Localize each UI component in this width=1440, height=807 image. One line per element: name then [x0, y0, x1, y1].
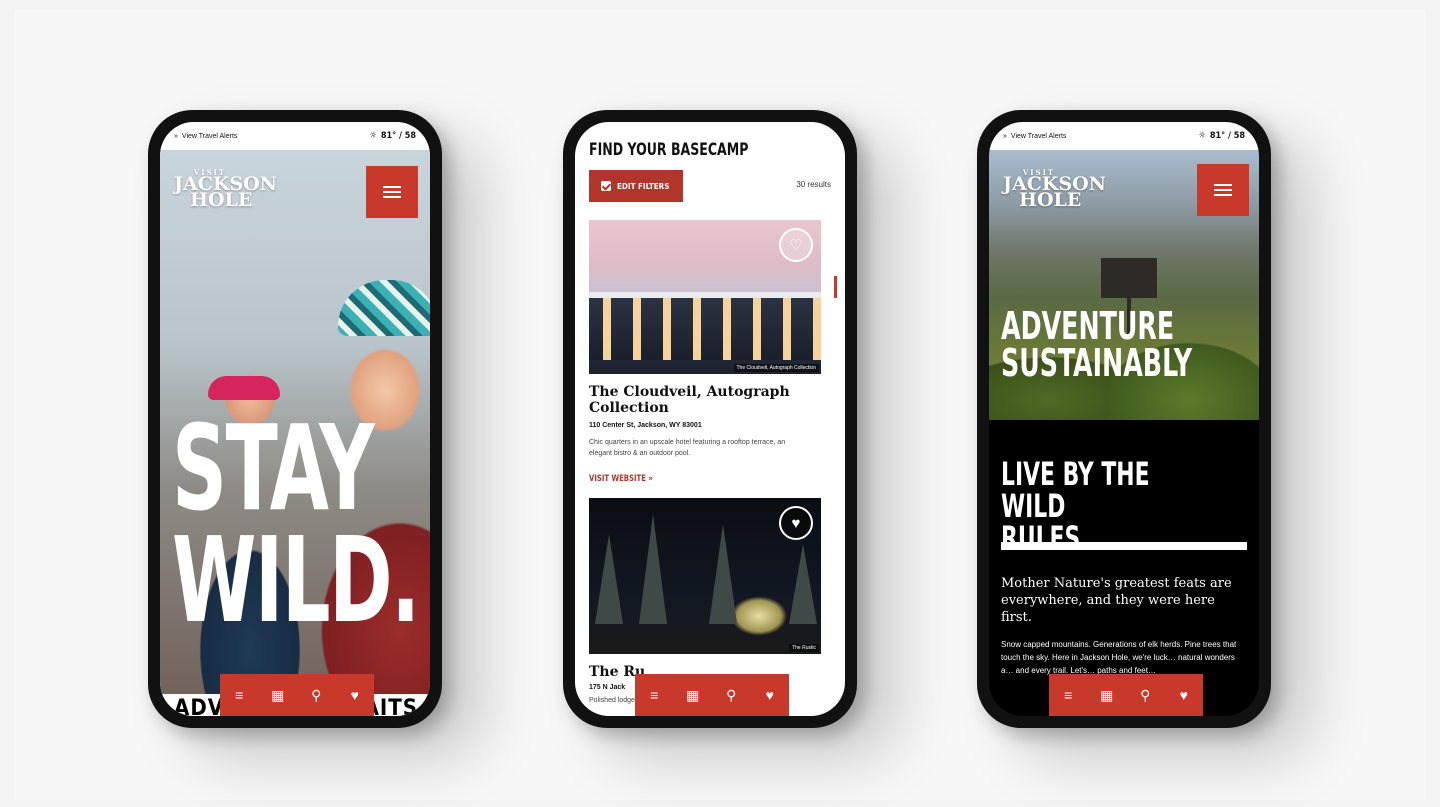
sun-icon: ☼ [369, 131, 377, 141]
calendar-icon[interactable]: ▦ [1097, 687, 1117, 704]
menu-icon[interactable]: ≡ [229, 687, 249, 703]
calendar-icon[interactable]: ▦ [268, 687, 288, 704]
listing-address: 110 Center St, Jackson, WY 83001 [589, 422, 702, 429]
hero-line2: SUSTAINABLY [1001, 341, 1193, 386]
menu-button[interactable] [366, 166, 418, 218]
menu-icon[interactable]: ≡ [1058, 687, 1078, 703]
checkbox-icon [601, 181, 611, 191]
listing-description: Chic quarters in an upscale hotel featur… [589, 439, 786, 457]
photo-credit: The Rustic [789, 644, 819, 652]
hamburger-icon [383, 186, 401, 198]
listing-image[interactable]: The Cloudveil, Autograph Collection ♡ [589, 220, 821, 374]
weather-temp: 81° / 58 [1209, 131, 1245, 141]
search-icon[interactable]: ⚲ [1135, 687, 1155, 704]
scrollbar[interactable] [834, 276, 837, 298]
intro-paragraph: Mother Nature's greatest feats are every… [1001, 576, 1232, 625]
hero-headline: ADVENTURE SUSTAINABLY [1001, 304, 1193, 386]
phone-home: » View Travel Alerts ☼ 81° / 58 VISIT JA… [148, 110, 442, 728]
heart-icon[interactable]: ♥ [1174, 687, 1194, 703]
heart-icon[interactable]: ♥ [345, 687, 365, 703]
edit-filters-button[interactable]: EDIT FILTERS [589, 170, 683, 202]
travel-alerts-link[interactable]: » View Travel Alerts [174, 133, 237, 140]
search-icon[interactable]: ⚲ [306, 687, 326, 704]
favorite-button[interactable]: ♥ [779, 506, 813, 540]
status-bar: » View Travel Alerts ☼ 81° / 58 [989, 122, 1259, 150]
phone-home-screen: » View Travel Alerts ☼ 81° / 58 VISIT JA… [160, 122, 430, 716]
results-count: 30 results [796, 180, 831, 189]
travel-alerts-label: View Travel Alerts [181, 132, 238, 140]
helmet-shape [338, 280, 430, 336]
body-paragraph: Snow capped mountains. Generations of el… [1001, 640, 1237, 676]
section-title: LIVE BY THE WILD RULES. [1001, 458, 1197, 554]
mockup-stage: » View Travel Alerts ☼ 81° / 58 VISIT JA… [14, 10, 1426, 800]
heart-icon: ♡ [789, 237, 803, 254]
hero-headline: STAY WILD. [172, 399, 420, 650]
site-logo[interactable]: VISIT JACKSON HOLE [174, 169, 277, 210]
sun-icon: ☼ [1198, 131, 1206, 141]
double-arrow-icon: » [648, 474, 653, 484]
alert-arrow-icon: » [1003, 132, 1007, 140]
beanie-shape [208, 376, 280, 400]
visit-website-link[interactable]: VISIT WEBSITE » [589, 474, 653, 484]
alert-arrow-icon: » [174, 132, 178, 140]
travel-alerts-link[interactable]: » View Travel Alerts [1003, 133, 1066, 140]
phone-sustainability: » View Travel Alerts ☼ 81° / 58 VISIT JA… [977, 110, 1271, 728]
menu-icon[interactable]: ≡ [644, 687, 664, 703]
listing-address: 175 N Jack [589, 684, 626, 691]
bottom-nav: ≡ ▦ ⚲ ♥ [635, 674, 789, 716]
status-bar: » View Travel Alerts ☼ 81° / 58 [160, 122, 430, 150]
headline-line2: WILD. [172, 511, 420, 650]
edit-filters-label: EDIT FILTERS [617, 181, 670, 191]
listing-title[interactable]: The Cloudveil, Autograph Collection [589, 384, 809, 416]
bottom-nav: ≡ ▦ ⚲ ♥ [1049, 674, 1203, 716]
phone-lodging: FIND YOUR BASECAMP EDIT FILTERS 30 resul… [563, 110, 857, 728]
bottom-nav: ≡ ▦ ⚲ ♥ [220, 674, 374, 716]
weather-widget: ☼ 81° / 58 [370, 131, 416, 141]
heart-icon: ♥ [791, 514, 801, 532]
divider [1001, 542, 1247, 550]
menu-button[interactable] [1197, 164, 1249, 216]
calendar-icon[interactable]: ▦ [683, 687, 703, 704]
weather-temp: 81° / 58 [380, 131, 416, 141]
search-icon[interactable]: ⚲ [721, 687, 741, 704]
section-title-line1: LIVE BY THE WILD [1001, 455, 1150, 525]
photo-credit: The Cloudveil, Autograph Collection [733, 364, 819, 372]
travel-alerts-label: View Travel Alerts [1010, 132, 1067, 140]
headline-line1: STAY [172, 399, 375, 537]
listing-image[interactable]: The Rustic ♥ [589, 498, 821, 654]
page-title: FIND YOUR BASECAMP [589, 140, 749, 160]
phone-lodging-screen: FIND YOUR BASECAMP EDIT FILTERS 30 resul… [575, 122, 845, 716]
listing-description: Polished lodge [589, 697, 635, 704]
heart-icon[interactable]: ♥ [760, 687, 780, 703]
weather-widget: ☼ 81° / 58 [1199, 131, 1245, 141]
hamburger-icon [1214, 184, 1232, 196]
phone-sustainability-screen: » View Travel Alerts ☼ 81° / 58 VISIT JA… [989, 122, 1259, 716]
favorite-button[interactable]: ♡ [779, 228, 813, 262]
visit-website-label: VISIT WEBSITE [589, 474, 646, 484]
hero-line1: ADVENTURE [1001, 304, 1175, 348]
site-logo[interactable]: VISIT JACKSON HOLE [1003, 169, 1106, 210]
